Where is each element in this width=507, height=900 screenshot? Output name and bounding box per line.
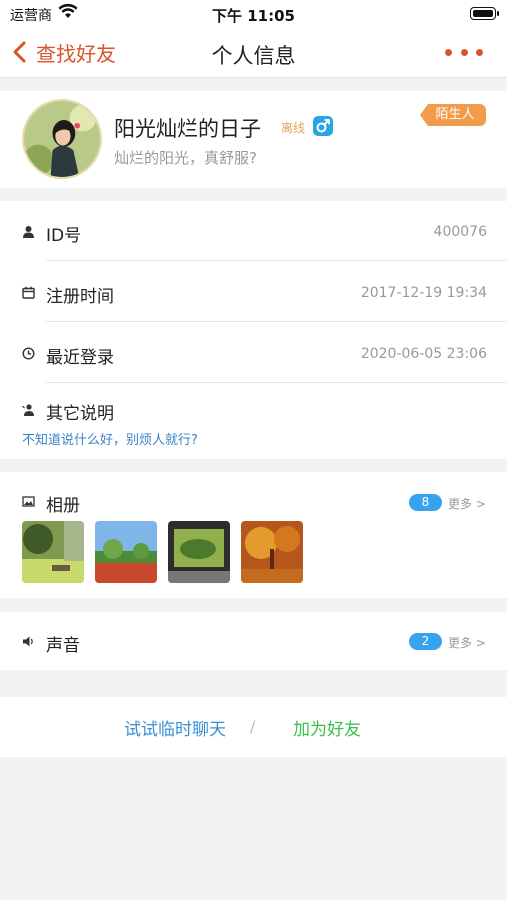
navigation-bar: 查找好友 个人信息	[0, 28, 507, 78]
album-photo[interactable]	[168, 521, 230, 583]
divider	[46, 321, 507, 322]
avatar[interactable]	[22, 99, 102, 179]
add-friend-button[interactable]: 加为好友	[293, 715, 361, 740]
album-more-link[interactable]: 更多 >	[448, 495, 486, 512]
info-row-id: ID号 400076	[0, 201, 507, 261]
id-label: ID号	[46, 226, 82, 246]
clock: 下午 11:05	[212, 7, 295, 25]
album-section: 相册 8 更多 >	[0, 472, 507, 598]
online-status: 离线	[281, 121, 306, 135]
more-menu-button[interactable]	[445, 42, 483, 62]
id-value: 400076	[433, 224, 487, 240]
last-login-value: 2020-06-05 23:06	[360, 346, 487, 362]
stranger-tag: 陌生人	[420, 104, 486, 126]
clock-icon	[22, 347, 35, 360]
divider	[46, 382, 507, 383]
person-icon	[23, 226, 34, 238]
info-row-login: 最近登录 2020-06-05 23:06	[0, 323, 507, 383]
profile-card: 阳光灿烂的日子 离线 灿烂的阳光，真舒服? 陌生人	[0, 91, 507, 188]
last-login-label: 最近登录	[46, 348, 114, 368]
other-note-label: 其它说明	[46, 404, 114, 424]
action-bar: 试试临时聊天 / 加为好友	[0, 697, 507, 757]
volume-icon	[23, 636, 33, 647]
avatar-image	[24, 101, 100, 177]
register-time-value: 2017-12-19 19:34	[360, 285, 487, 301]
album-count-badge: 8	[409, 494, 442, 511]
register-time-label: 注册时间	[46, 287, 114, 307]
calendar-icon	[22, 286, 35, 299]
more-dot-icon	[445, 48, 452, 56]
male-gender-icon	[313, 116, 333, 136]
album-photo[interactable]	[95, 521, 157, 583]
action-separator: /	[250, 717, 256, 736]
album-photo[interactable]	[22, 521, 84, 583]
profile-name: 阳光灿烂的日子	[114, 117, 261, 141]
temp-chat-button[interactable]: 试试临时聊天	[124, 715, 226, 740]
album-photo[interactable]	[241, 521, 303, 583]
voice-count-badge: 2	[409, 633, 442, 650]
speaker-person-icon	[22, 404, 34, 416]
voice-label: 声音	[46, 636, 80, 656]
info-row-register: 注册时间 2017-12-19 19:34	[0, 262, 507, 322]
battery-icon	[470, 7, 499, 20]
more-dot-icon	[476, 48, 483, 56]
status-bar: 运营商 下午 11:05	[0, 0, 507, 28]
more-dot-icon	[460, 48, 468, 56]
page-title: 个人信息	[211, 44, 296, 68]
other-note-text: 不知道说什么好，别烦人就行?	[22, 433, 198, 448]
image-icon	[22, 496, 35, 507]
album-label: 相册	[46, 496, 80, 516]
voice-more-link[interactable]: 更多 >	[448, 634, 486, 651]
info-card: ID号 400076 注册时间 2017-12-19 19:34 最近登录 20…	[0, 201, 507, 459]
profile-signature: 灿烂的阳光，真舒服?	[114, 149, 257, 167]
divider	[46, 260, 507, 261]
voice-section[interactable]: 声音 2 更多 >	[0, 612, 507, 670]
